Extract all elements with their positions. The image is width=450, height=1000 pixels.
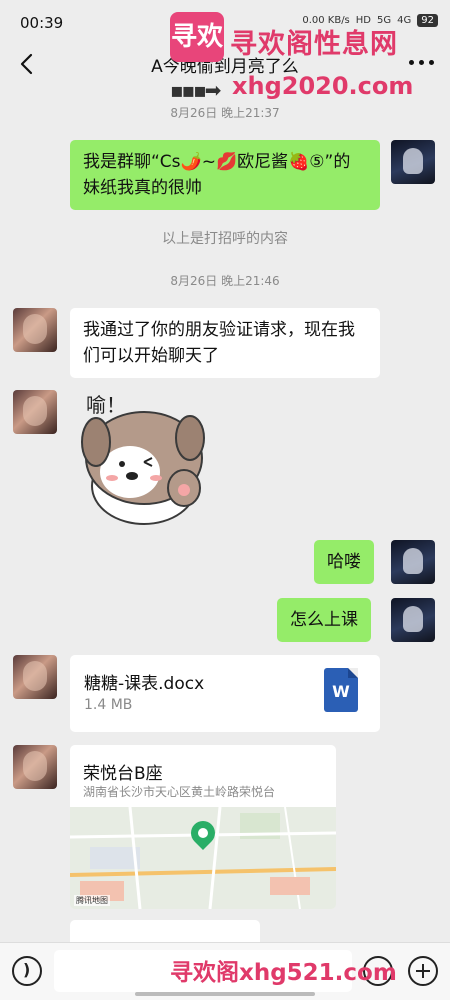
- status-time: 00:39: [20, 14, 64, 32]
- sticker-dog[interactable]: 喻！: [72, 386, 222, 526]
- sent-message-bubble[interactable]: 哈喽: [314, 540, 374, 584]
- file-name: 糖糖-课表.docx: [84, 674, 205, 694]
- more-icon: [409, 60, 414, 65]
- contact-avatar[interactable]: [13, 745, 57, 789]
- contact-avatar[interactable]: [13, 308, 57, 352]
- signal-4g: 4G: [397, 15, 412, 26]
- sent-message-bubble[interactable]: 我是群聊“Cs🌶️~💋欧尼酱🍓⑤”的妹纸我真的很帅: [70, 140, 380, 210]
- more-icon-dot: [419, 60, 424, 65]
- location-map-preview: 腾讯地图: [70, 806, 336, 909]
- received-message-bubble[interactable]: [70, 920, 260, 942]
- word-document-icon: W: [324, 668, 358, 712]
- chat-header: A今晚偷到月亮了么: [0, 44, 450, 84]
- sticker-caption: 喻！: [86, 393, 126, 417]
- message-timestamp: 8月26日 晚上21:37: [170, 106, 280, 120]
- signal-5g: 5G: [377, 15, 392, 26]
- message-input[interactable]: [54, 950, 352, 992]
- map-provider-label: 腾讯地图: [74, 895, 110, 906]
- voice-input-button[interactable]: [12, 956, 42, 986]
- more-icon-dot: [429, 60, 434, 65]
- network-speed: 0.00 KB/s: [302, 15, 350, 26]
- location-name: 荣悦台B座: [83, 764, 163, 784]
- status-bar: 00:39 0.00 KB/s HD 5G 4G 92: [0, 0, 450, 44]
- emoji-button[interactable]: [363, 956, 393, 986]
- my-avatar[interactable]: [391, 598, 435, 642]
- contact-avatar[interactable]: [13, 390, 57, 434]
- my-avatar[interactable]: [391, 540, 435, 584]
- system-note: 以上是打招呼的内容: [162, 231, 288, 247]
- plus-button[interactable]: [408, 956, 438, 986]
- message-timestamp: 8月26日 晚上21:46: [170, 274, 280, 288]
- contact-avatar[interactable]: [13, 655, 57, 699]
- home-indicator: [135, 992, 315, 996]
- more-button[interactable]: [409, 60, 434, 65]
- word-icon-letter: W: [332, 682, 350, 701]
- file-size: 1.4 MB: [84, 697, 133, 713]
- status-indicators: 0.00 KB/s HD 5G 4G 92: [302, 14, 438, 27]
- location-address: 湖南省长沙市天心区黄土岭路荣悦台: [83, 785, 276, 799]
- battery-level: 92: [417, 14, 438, 27]
- hd-indicator: HD: [355, 15, 372, 26]
- chat-title: A今晚偷到月亮了么: [151, 57, 299, 77]
- received-message-bubble[interactable]: 我通过了你的朋友验证请求，现在我们可以开始聊天了: [70, 308, 380, 378]
- file-message-card[interactable]: 糖糖-课表.docx 1.4 MB W: [70, 655, 380, 732]
- sent-message-bubble[interactable]: 怎么上课: [277, 598, 371, 642]
- location-message-card[interactable]: 荣悦台B座 湖南省长沙市天心区黄土岭路荣悦台 腾讯地图: [70, 745, 336, 909]
- my-avatar[interactable]: [391, 140, 435, 184]
- dog-sticker-icon: 喻！: [81, 393, 205, 525]
